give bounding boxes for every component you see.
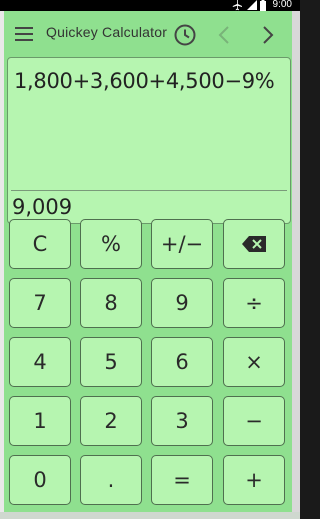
chevron-right-icon bbox=[263, 26, 274, 44]
backspace-icon bbox=[242, 236, 266, 252]
toolbar: Quickey Calculator bbox=[4, 11, 292, 57]
digit-2-button[interactable]: 2 bbox=[80, 396, 142, 446]
percent-button[interactable]: % bbox=[80, 219, 142, 269]
digit-5-button[interactable]: 5 bbox=[80, 337, 142, 387]
add-button[interactable]: + bbox=[223, 455, 285, 505]
digit-6-button[interactable]: 6 bbox=[151, 337, 213, 387]
background-app-edge-right bbox=[292, 11, 300, 519]
forward-button[interactable] bbox=[254, 22, 280, 48]
calculator-display: 1,800+3,600+4,500−9% 9,009 bbox=[7, 57, 291, 224]
clock-history-icon bbox=[174, 24, 196, 46]
airplane-mode-icon bbox=[232, 0, 242, 11]
plus-minus-button[interactable]: +/− bbox=[151, 219, 213, 269]
app-title: Quickey Calculator bbox=[46, 24, 168, 40]
background-app-edge-bottom bbox=[0, 512, 300, 519]
digit-0-button[interactable]: 0 bbox=[9, 455, 71, 505]
equals-button[interactable]: = bbox=[151, 455, 213, 505]
back-button[interactable] bbox=[212, 22, 238, 48]
result-field: 9,009 bbox=[12, 195, 73, 219]
history-button[interactable] bbox=[172, 22, 198, 48]
digit-9-button[interactable]: 9 bbox=[151, 278, 213, 328]
backspace-button[interactable] bbox=[223, 219, 285, 269]
battery-icon bbox=[260, 0, 266, 11]
status-time: 9:00 bbox=[272, 0, 292, 10]
digit-7-button[interactable]: 7 bbox=[9, 278, 71, 328]
display-divider bbox=[11, 190, 287, 191]
chevron-left-icon bbox=[218, 26, 229, 44]
expression-field[interactable]: 1,800+3,600+4,500−9% bbox=[14, 69, 275, 93]
divide-button[interactable]: ÷ bbox=[223, 278, 285, 328]
digit-8-button[interactable]: 8 bbox=[80, 278, 142, 328]
clear-button[interactable]: C bbox=[9, 219, 71, 269]
digit-4-button[interactable]: 4 bbox=[9, 337, 71, 387]
digit-1-button[interactable]: 1 bbox=[9, 396, 71, 446]
hamburger-menu-icon bbox=[15, 27, 33, 41]
digit-3-button[interactable]: 3 bbox=[151, 396, 213, 446]
multiply-button[interactable]: × bbox=[223, 337, 285, 387]
menu-button[interactable] bbox=[12, 22, 40, 46]
subtract-button[interactable]: − bbox=[223, 396, 285, 446]
decimal-point-button[interactable]: . bbox=[80, 455, 142, 505]
signal-icon bbox=[247, 0, 257, 10]
calculator-window: Quickey Calculator 1,800+3,600+4,500−9% … bbox=[4, 11, 292, 512]
status-bar: 9:00 bbox=[0, 0, 300, 11]
